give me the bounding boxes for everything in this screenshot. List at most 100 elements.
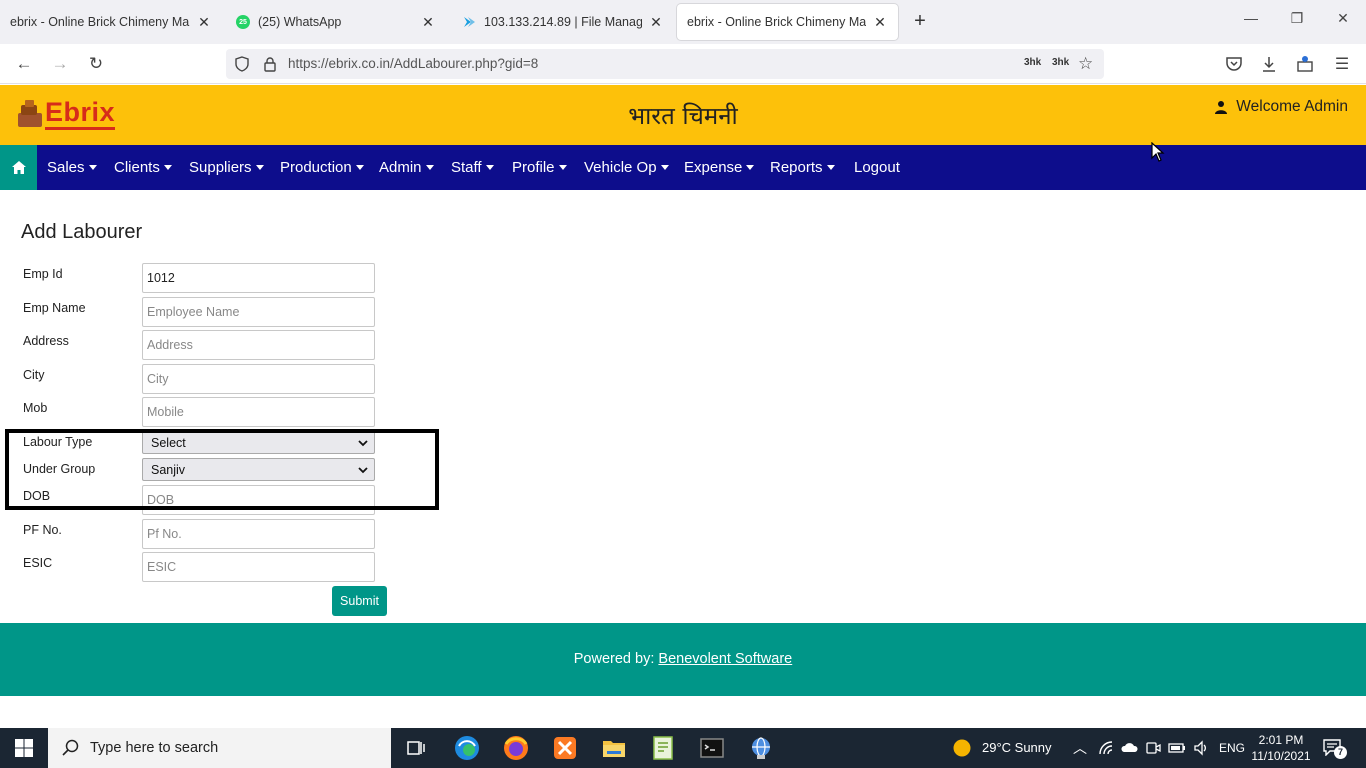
welcome-user[interactable]: Welcome Admin — [1214, 98, 1348, 116]
browser-tab[interactable]: 25 (25) WhatsApp ✕ — [226, 4, 446, 40]
menu-label: Profile — [512, 159, 555, 176]
pf-field[interactable] — [142, 519, 375, 549]
back-arrow-icon[interactable]: ← — [12, 52, 36, 76]
close-icon[interactable]: ✕ — [872, 14, 888, 31]
menu-clients[interactable]: Clients — [114, 145, 172, 190]
address-bar[interactable]: https://ebrix.co.in/AddLabourer.php?gid=… — [226, 49, 1104, 79]
chevron-down-icon — [358, 440, 368, 447]
dob-label: DOB — [23, 489, 51, 503]
taskbar-clock[interactable]: 2:01 PM 11/10/2021 — [1245, 732, 1317, 764]
notepad-plus-icon[interactable] — [649, 734, 677, 762]
caret-down-icon — [485, 164, 494, 170]
menu-vehicle-op[interactable]: Vehicle Op — [584, 145, 669, 190]
home-button[interactable] — [0, 145, 37, 190]
mobile-field[interactable] — [142, 397, 375, 427]
caret-down-icon — [425, 164, 434, 170]
caret-down-icon — [826, 164, 835, 170]
close-icon[interactable]: ✕ — [648, 14, 664, 31]
edge-icon[interactable] — [453, 734, 481, 762]
network-globe-icon[interactable] — [747, 734, 775, 762]
dob-field[interactable] — [142, 485, 375, 515]
sun-icon[interactable] — [952, 738, 972, 758]
menu-sales[interactable]: Sales — [47, 145, 97, 190]
menu-expense[interactable]: Expense — [684, 145, 755, 190]
weather-text[interactable]: 29°C Sunny — [982, 728, 1052, 768]
emp-name-field[interactable] — [142, 297, 375, 327]
close-icon[interactable]: ✕ — [196, 14, 212, 31]
file-explorer-icon[interactable] — [600, 734, 628, 762]
menu-admin[interactable]: Admin — [379, 145, 434, 190]
menu-label: Logout — [854, 159, 900, 176]
under-group-label: Under Group — [23, 462, 96, 476]
windows-logo-icon — [15, 739, 33, 757]
tab-title: ebrix - Online Brick Chimeny Manag — [10, 15, 190, 29]
language-indicator[interactable]: ENG — [1219, 728, 1245, 768]
extension-icon[interactable]: 3hk — [1052, 57, 1069, 68]
whatsapp-icon: 25 — [236, 15, 250, 29]
city-field[interactable] — [142, 364, 375, 394]
browser-tab[interactable]: 103.133.214.89 | File Manager | D ✕ — [452, 4, 674, 40]
extension-icon[interactable]: 3hk — [1024, 57, 1041, 68]
start-button[interactable] — [0, 728, 48, 768]
pf-label: PF No. — [23, 523, 62, 537]
bookmark-star-icon[interactable]: ☆ — [1078, 54, 1093, 74]
menu-label: Clients — [114, 159, 160, 176]
welcome-text: Welcome Admin — [1236, 98, 1348, 115]
close-window-icon[interactable]: ✕ — [1332, 10, 1354, 32]
mouse-cursor-icon — [1151, 142, 1165, 162]
menu-staff[interactable]: Staff — [451, 145, 494, 190]
terminal-icon[interactable] — [698, 734, 726, 762]
address-field[interactable] — [142, 330, 375, 360]
submit-button[interactable]: Submit — [332, 586, 387, 616]
emp-id-field[interactable] — [142, 263, 375, 293]
city-label: City — [23, 368, 45, 382]
notification-center-icon[interactable]: 7 — [1322, 738, 1348, 759]
browser-tab[interactable]: ebrix - Online Brick Chimeny Manag ✕ — [0, 4, 222, 40]
xampp-icon[interactable] — [551, 734, 579, 762]
browser-tab-active[interactable]: ebrix - Online Brick Chimeny Mana ✕ — [677, 4, 898, 40]
firefox-icon[interactable] — [502, 734, 530, 762]
account-icon[interactable] — [1295, 54, 1315, 74]
page-title: Add Labourer — [21, 221, 143, 243]
minimize-icon[interactable]: — — [1240, 10, 1262, 32]
volume-icon[interactable] — [1193, 740, 1209, 756]
menu-hamburger-icon[interactable]: ☰ — [1332, 54, 1352, 74]
reload-icon[interactable]: ↻ — [84, 52, 108, 76]
menu-label: Reports — [770, 159, 823, 176]
shield-icon — [235, 56, 249, 72]
search-icon — [62, 739, 79, 756]
notification-count-badge: 7 — [1334, 746, 1347, 759]
menu-profile[interactable]: Profile — [512, 145, 567, 190]
home-icon — [11, 161, 26, 174]
browser-toolbar: ← → ↻ https://ebrix.co.in/AddLabourer.ph… — [0, 44, 1366, 84]
menu-label: Staff — [451, 159, 482, 176]
user-icon — [1215, 101, 1228, 114]
labour-type-select[interactable]: Select — [142, 431, 375, 454]
chevron-up-icon[interactable]: ︿ — [1073, 728, 1087, 768]
menu-reports[interactable]: Reports — [770, 145, 835, 190]
address-label: Address — [23, 334, 69, 348]
caret-down-icon — [746, 164, 755, 170]
onedrive-cloud-icon[interactable] — [1120, 741, 1138, 753]
esic-field[interactable] — [142, 552, 375, 582]
new-tab-button[interactable]: + — [909, 10, 931, 32]
taskbar-search[interactable]: Type here to search — [48, 728, 391, 768]
pocket-icon[interactable] — [1224, 54, 1244, 74]
battery-icon[interactable] — [1168, 741, 1186, 755]
menu-logout[interactable]: Logout — [854, 145, 900, 190]
menu-production[interactable]: Production — [280, 145, 364, 190]
forward-arrow-icon[interactable]: → — [48, 52, 72, 76]
meet-now-icon[interactable] — [1145, 740, 1161, 756]
emp-id-label: Emp Id — [23, 267, 63, 281]
task-view-icon[interactable] — [402, 734, 430, 762]
footer-prefix: Powered by: — [573, 651, 659, 667]
wifi-icon[interactable] — [1098, 741, 1114, 755]
under-group-select[interactable]: Sanjiv — [142, 458, 375, 481]
tab-title: (25) WhatsApp — [258, 15, 342, 29]
emp-name-label: Emp Name — [23, 301, 86, 315]
menu-suppliers[interactable]: Suppliers — [189, 145, 264, 190]
restore-icon[interactable]: ❐ — [1286, 10, 1308, 32]
close-icon[interactable]: ✕ — [420, 14, 436, 31]
download-icon[interactable] — [1259, 54, 1279, 74]
footer-link[interactable]: Benevolent Software — [658, 651, 792, 667]
